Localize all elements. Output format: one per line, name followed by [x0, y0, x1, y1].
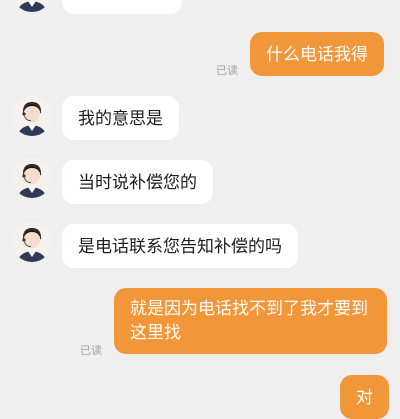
agent-avatar-icon	[12, 96, 52, 136]
agent-message-bubble[interactable]: 是电话联系您告知补偿的吗	[62, 224, 298, 268]
agent-avatar[interactable]	[12, 96, 52, 136]
message-text: 对	[356, 388, 373, 408]
user-message-bubble[interactable]: 对	[340, 375, 389, 419]
chat-message-list[interactable]: 什么电话我得 已读 我的意思是 当时说补偿您的 是电话联系您告知补偿的吗 就是因…	[0, 0, 400, 419]
message-text: 什么电话我得	[266, 45, 368, 65]
message-text-line: 就是因为电话找不到了我才要到	[130, 299, 368, 319]
agent-message-bubble[interactable]: 当时说补偿您的	[62, 160, 213, 204]
read-receipt: 已读	[80, 344, 102, 357]
message-text: 是电话联系您告知补偿的吗	[78, 237, 282, 257]
message-text-line: 这里找	[130, 323, 181, 343]
message-text: 我的意思是	[78, 109, 163, 129]
read-receipt: 已读	[216, 64, 238, 77]
agent-avatar[interactable]	[12, 158, 52, 198]
agent-avatar-icon	[12, 0, 52, 12]
agent-avatar-icon	[12, 158, 52, 198]
agent-avatar[interactable]	[12, 222, 52, 262]
user-message-bubble[interactable]: 就是因为电话找不到了我才要到 这里找	[114, 288, 387, 354]
agent-message-bubble[interactable]	[62, 0, 182, 14]
message-text: 当时说补偿您的	[78, 173, 197, 193]
agent-avatar[interactable]	[12, 0, 52, 12]
agent-message-bubble[interactable]: 我的意思是	[62, 96, 179, 140]
user-message-bubble[interactable]: 什么电话我得	[250, 32, 384, 76]
agent-avatar-icon	[12, 222, 52, 262]
